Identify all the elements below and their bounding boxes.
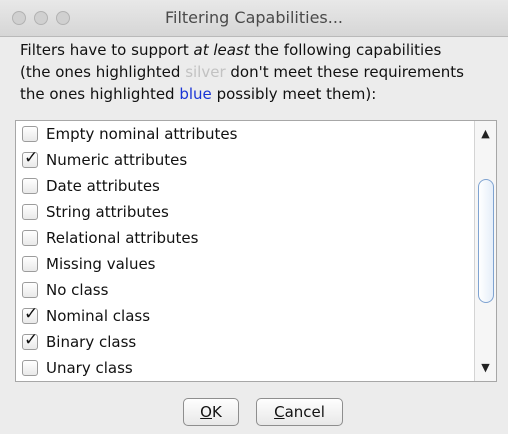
capability-item[interactable]: Relational attributes	[16, 225, 474, 251]
capability-checkbox[interactable]	[22, 204, 38, 220]
capability-checkbox[interactable]	[22, 256, 38, 272]
ok-label: K	[211, 403, 222, 421]
cancel-mnemonic: C	[274, 403, 285, 421]
capability-item[interactable]: Unary class	[16, 355, 474, 381]
scrollbar-thumb[interactable]	[478, 179, 494, 303]
capability-checkbox[interactable]	[22, 230, 38, 246]
blue-highlight-sample: blue	[179, 85, 212, 103]
capability-checkbox[interactable]	[22, 178, 38, 194]
capability-checkbox[interactable]	[22, 282, 38, 298]
checkmark-icon: ✓	[24, 148, 39, 168]
description-line-2: (the ones highlighted silver don't meet …	[20, 61, 508, 83]
capability-checkbox[interactable]	[22, 126, 38, 142]
capability-checkbox[interactable]: ✓	[22, 330, 38, 350]
capability-item[interactable]: ✓ Numeric attributes	[16, 147, 474, 173]
checkmark-icon: ✓	[24, 304, 39, 324]
description-text: (the ones highlighted	[20, 63, 186, 81]
capability-item[interactable]: String attributes	[16, 199, 474, 225]
cancel-label: ancel	[284, 403, 325, 421]
capability-label: Date attributes	[46, 177, 160, 195]
capability-item[interactable]: No class	[16, 277, 474, 303]
capability-checkbox[interactable]: ✓	[22, 304, 38, 324]
description-text: the following capabilities	[249, 41, 442, 59]
description-text: Filters have to support	[20, 41, 194, 59]
vertical-scrollbar[interactable]: ▲ ▼	[474, 121, 496, 381]
capability-label: Unary class	[46, 359, 133, 377]
capabilities-list[interactable]: Empty nominal attributes ✓ Numeric attribu…	[15, 120, 497, 382]
description-text: don't meet these requirements	[225, 63, 464, 81]
capability-item[interactable]: Missing values	[16, 251, 474, 277]
dialog-title: Filtering Capabilities...	[164, 8, 344, 27]
title-bar: Filtering Capabilities...	[0, 0, 508, 37]
capability-checkbox[interactable]	[22, 360, 38, 376]
scroll-down-arrow-icon[interactable]: ▼	[475, 359, 496, 377]
capability-label: No class	[46, 281, 109, 299]
capability-label: String attributes	[46, 203, 169, 221]
capability-label: Missing values	[46, 255, 156, 273]
capability-item[interactable]: Date attributes	[16, 173, 474, 199]
capability-checkbox[interactable]: ✓	[22, 148, 38, 168]
capabilities-items: Empty nominal attributes ✓ Numeric attribu…	[16, 121, 474, 381]
scroll-up-arrow-icon[interactable]: ▲	[475, 125, 496, 143]
ok-mnemonic: O	[200, 403, 212, 421]
capability-item[interactable]: ✓ Binary class	[16, 329, 474, 355]
capability-label: Empty nominal attributes	[46, 125, 238, 143]
description-text: the ones highlighted	[20, 85, 180, 103]
description-line-1: Filters have to support at least the fol…	[20, 39, 508, 61]
description-text: possibly meet them):	[211, 85, 377, 103]
capability-label: Nominal class	[46, 307, 151, 325]
dialog-buttons: OK Cancel	[0, 398, 508, 432]
capability-label: Numeric attributes	[46, 151, 188, 169]
filtering-capabilities-dialog: Filtering Capabilities... Filters have t…	[0, 0, 508, 434]
ok-button[interactable]: OK	[183, 398, 239, 426]
cancel-button[interactable]: Cancel	[256, 398, 343, 426]
requirements-description: Filters have to support at least the fol…	[20, 39, 508, 105]
capability-item[interactable]: ✓ Nominal class	[16, 303, 474, 329]
silver-highlight-sample: silver	[185, 63, 226, 81]
description-emphasis: at least	[193, 41, 250, 59]
capability-label: Relational attributes	[46, 229, 199, 247]
description-line-3: the ones highlighted blue possibly meet …	[20, 83, 508, 105]
capability-item[interactable]: Empty nominal attributes	[16, 121, 474, 147]
checkmark-icon: ✓	[24, 330, 39, 350]
capability-label: Binary class	[46, 333, 137, 351]
